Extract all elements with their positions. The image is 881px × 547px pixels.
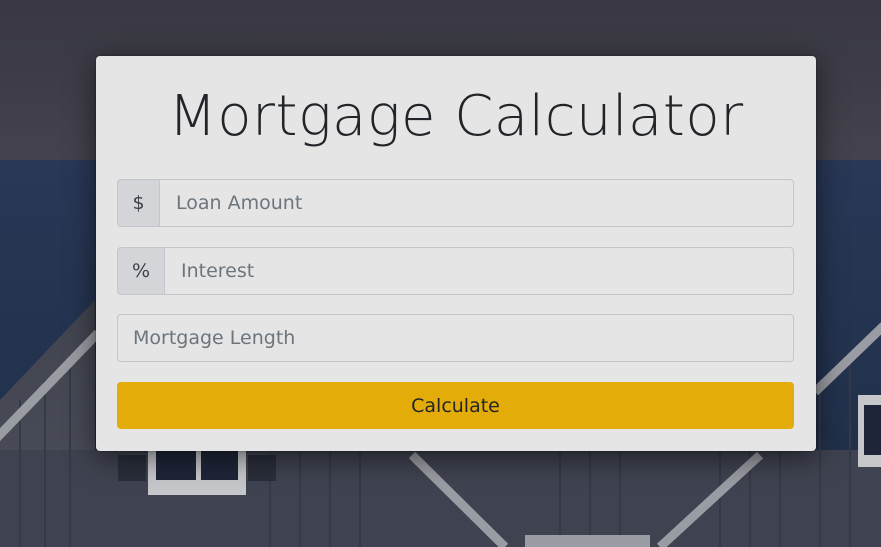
mortgage-length-group [117,314,794,362]
interest-input[interactable] [164,247,794,295]
page-title: Mortgage Calculator [168,84,744,149]
dollar-addon: $ [117,179,159,227]
mortgage-calculator-card: Mortgage Calculator $ % Calculate [96,56,816,451]
loan-amount-group: $ [117,179,794,227]
interest-group: % [117,247,794,295]
loan-amount-input[interactable] [159,179,794,227]
percent-addon: % [117,247,164,295]
calculate-button[interactable]: Calculate [117,382,794,429]
mortgage-length-input[interactable] [117,314,794,362]
